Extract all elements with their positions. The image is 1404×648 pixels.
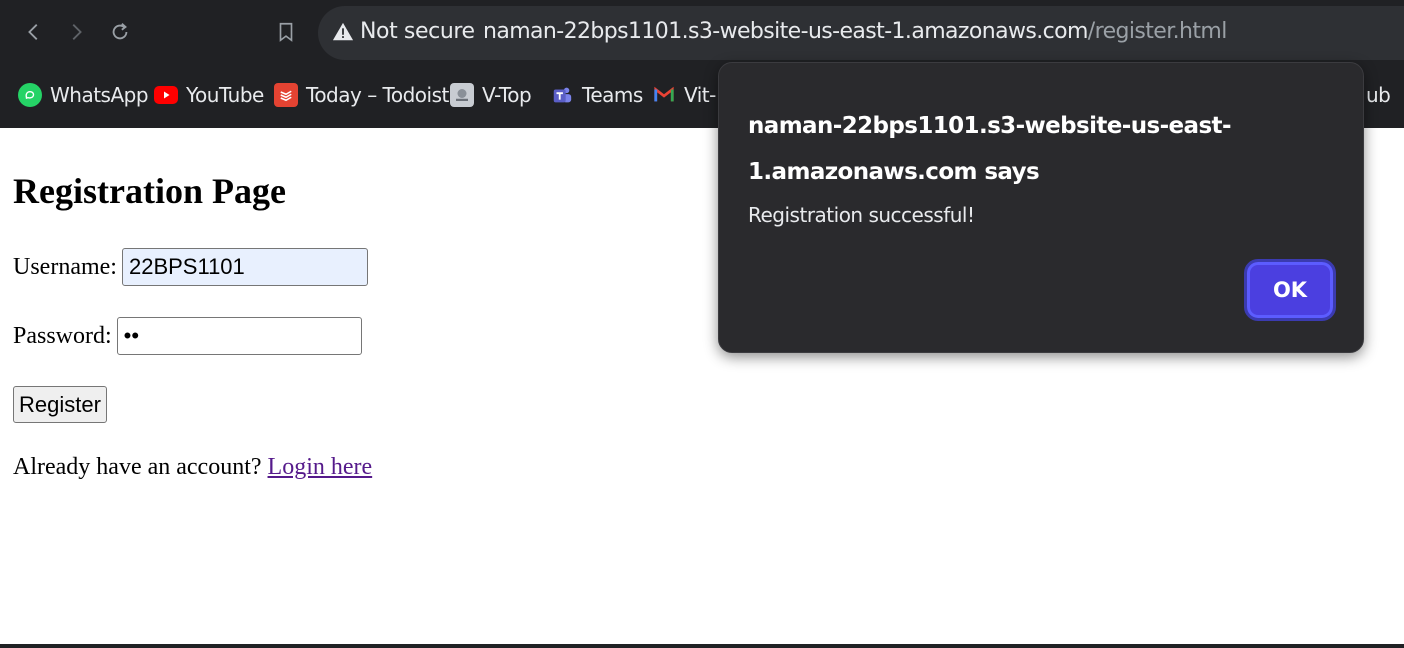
dialog-title: naman-22bps1101.s3-website-us-east-1.ama…	[748, 113, 1232, 185]
bookmark-whatsapp[interactable]: WhatsApp	[18, 80, 149, 110]
url-host: naman-22bps1101.s3-website-us-east-1.ama…	[483, 19, 1088, 44]
ok-button[interactable]: OK	[1244, 259, 1336, 321]
back-button[interactable]	[20, 18, 48, 46]
password-label: Password:	[13, 322, 112, 349]
login-link[interactable]: Login here	[268, 454, 373, 480]
bookmark-page-button[interactable]	[272, 18, 300, 46]
alert-dialog: naman-22bps1101.s3-website-us-east-1.ama…	[718, 62, 1364, 353]
chevron-right-icon	[72, 24, 82, 40]
bookmark-label: YouTube	[186, 83, 264, 107]
username-row: Username: 22BPS1101	[13, 248, 368, 286]
username-label: Username:	[13, 253, 117, 280]
bookmark-youtube[interactable]: YouTube	[154, 80, 264, 110]
security-indicator[interactable]: Not secure	[360, 19, 475, 44]
address-bar[interactable]: Not secure naman-22bps1101.s3-website-us…	[318, 6, 1404, 60]
address-row: Not secure naman-22bps1101.s3-website-us…	[0, 0, 1404, 66]
vtop-icon	[450, 83, 474, 107]
username-field[interactable]: 22BPS1101	[121, 248, 368, 286]
bookmark-teams[interactable]: Teams	[550, 80, 643, 110]
bookmark-label: V-Top	[482, 83, 532, 107]
bookmark-label: ub	[1366, 83, 1391, 107]
bookmark-vtop[interactable]: V-Top	[450, 80, 532, 110]
reload-button[interactable]	[106, 18, 134, 46]
bookmark-label: WhatsApp	[50, 83, 149, 107]
login-prompt-line: Already have an account? Login here	[13, 454, 372, 481]
reload-icon	[112, 23, 128, 40]
bookmark-label: Today – Todoist	[306, 83, 449, 107]
warning-icon	[332, 22, 354, 41]
bookmark-label: Vit-	[684, 83, 716, 107]
bookmark-icon	[279, 22, 293, 42]
register-button[interactable]: Register	[13, 386, 107, 423]
bookmark-todoist[interactable]: Today – Todoist	[274, 80, 449, 110]
gmail-icon	[652, 83, 676, 107]
login-prompt-text: Already have an account?	[13, 454, 262, 480]
bookmark-label: Teams	[582, 83, 643, 107]
chevron-left-icon	[28, 24, 38, 40]
whatsapp-icon	[18, 83, 42, 107]
bookmark-vit-mail[interactable]: Vit-	[652, 80, 716, 110]
youtube-icon	[154, 86, 178, 104]
page-title: Registration Page	[13, 171, 286, 211]
password-row: Password: ••	[13, 317, 362, 355]
bottom-border	[0, 644, 1404, 648]
dialog-message: Registration successful!	[748, 203, 975, 227]
teams-icon	[550, 83, 574, 107]
url-path: /register.html	[1087, 19, 1228, 44]
url-text[interactable]: naman-22bps1101.s3-website-us-east-1.ama…	[483, 19, 1227, 44]
todoist-icon	[274, 83, 298, 107]
password-field[interactable]: ••	[116, 317, 362, 355]
forward-button[interactable]	[62, 18, 90, 46]
bookmark-github[interactable]: ub	[1366, 80, 1391, 110]
